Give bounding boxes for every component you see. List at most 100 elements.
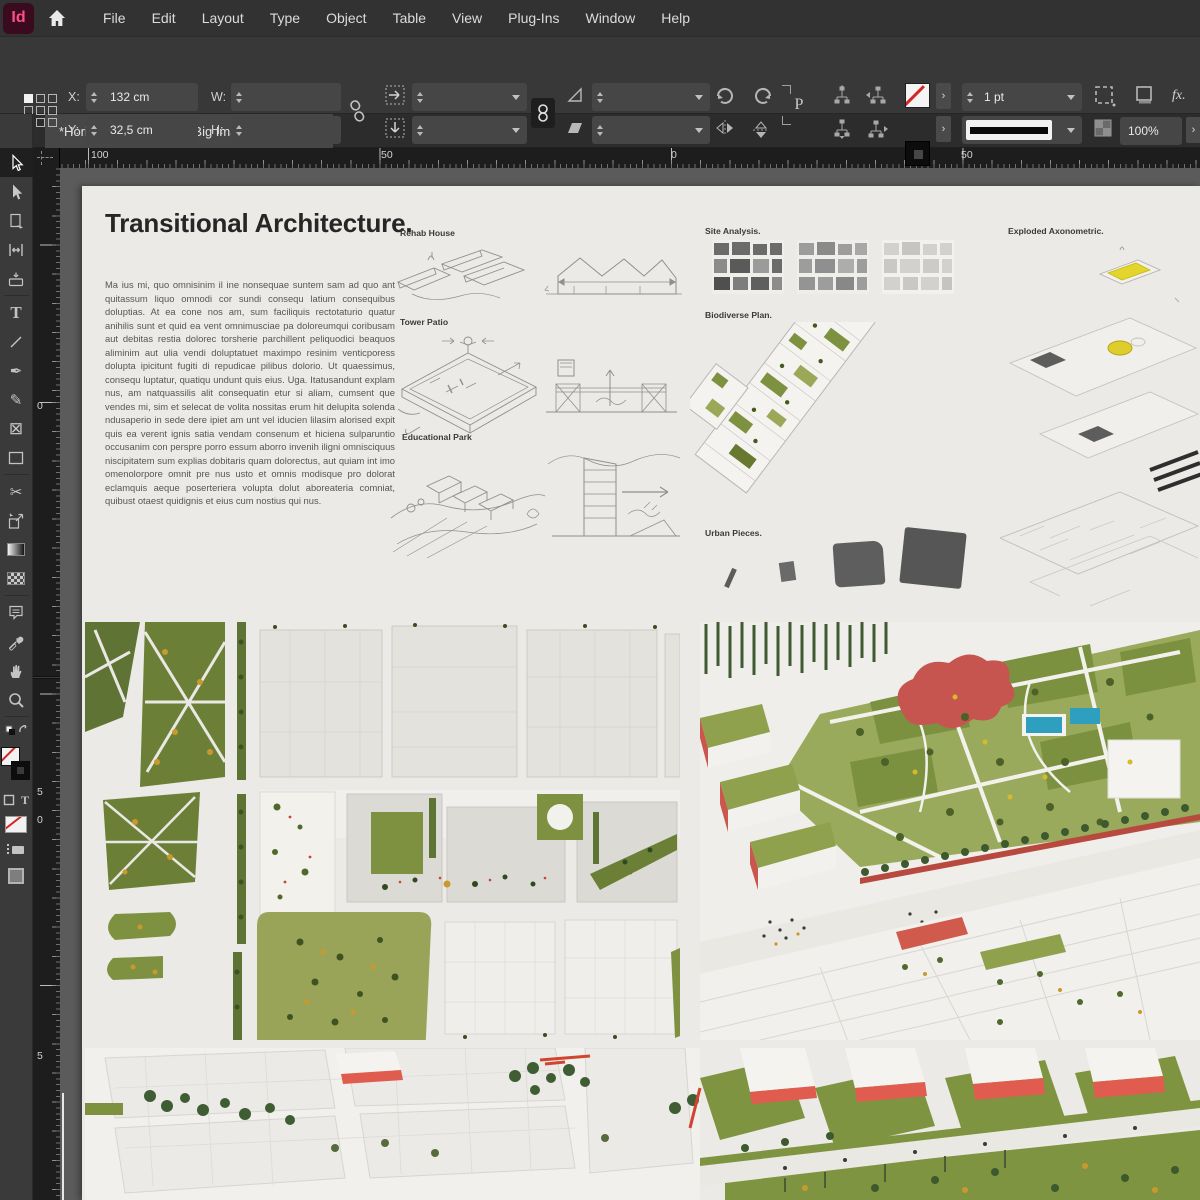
apply-none-button[interactable] <box>0 811 33 837</box>
tool-hand[interactable] <box>0 656 33 685</box>
y-value[interactable]: 32,5 cm <box>110 123 153 137</box>
rotate-cw-button[interactable] <box>714 85 736 107</box>
stroke-style-field[interactable] <box>962 116 1082 144</box>
flip-horizontal-button[interactable] <box>714 119 736 137</box>
site-plan-map[interactable] <box>85 622 680 1040</box>
menu-window[interactable]: Window <box>572 0 648 36</box>
aerial-park-render[interactable] <box>700 622 1200 1040</box>
tool-rectangle[interactable] <box>0 443 33 472</box>
tool-eyedropper[interactable] <box>0 627 33 656</box>
vertical-ruler[interactable]: 0 5 0 5 <box>33 168 60 1200</box>
tool-content-collector[interactable] <box>0 264 33 293</box>
urban-piece-1[interactable] <box>724 568 737 588</box>
menu-help[interactable]: Help <box>648 0 703 36</box>
tool-direct-selection[interactable] <box>0 177 33 206</box>
menu-plugins[interactable]: Plug-Ins <box>495 0 572 36</box>
document-page[interactable]: Transitional Architecture. Ma ius mi, qu… <box>82 186 1200 1200</box>
stroke-weight-stepper[interactable] <box>962 86 978 108</box>
scale-y-stepper[interactable] <box>412 119 428 141</box>
select-content-up-button[interactable] <box>832 85 852 105</box>
fill-options-button[interactable]: › <box>936 83 951 109</box>
screen-mode-button[interactable] <box>0 861 33 891</box>
sketch-educational-park-axon[interactable] <box>387 448 547 558</box>
shear-stepper[interactable] <box>592 119 608 141</box>
page-body-text[interactable]: Ma ius mi, quo omnisinim il ine nonsequa… <box>105 278 395 508</box>
tool-pen[interactable]: ✒ <box>0 356 33 385</box>
link-scale-button[interactable] <box>531 98 555 128</box>
label-rehab-house[interactable]: Rehab House <box>400 228 455 238</box>
menu-table[interactable]: Table <box>380 0 439 36</box>
x-value[interactable]: 132 cm <box>110 90 149 104</box>
opacity-options-button[interactable]: › <box>1186 117 1200 143</box>
h-stepper[interactable] <box>231 119 247 141</box>
tool-gap[interactable] <box>0 235 33 264</box>
stroke-color-swatch[interactable] <box>905 141 930 166</box>
document-canvas[interactable]: Transitional Architecture. Ma ius mi, qu… <box>60 168 1200 1200</box>
menu-file[interactable]: File <box>90 0 139 36</box>
y-position-field[interactable]: 32,5 cm <box>86 116 198 144</box>
frame-fitting-button[interactable] <box>1134 85 1154 105</box>
flip-vertical-button[interactable] <box>752 119 770 141</box>
corner-options-button[interactable] <box>1094 85 1116 107</box>
label-tower-patio[interactable]: Tower Patio <box>400 317 448 327</box>
biodiverse-plan-drawing[interactable] <box>690 322 990 532</box>
ruler-origin-box[interactable] <box>33 148 60 168</box>
urban-piece-2[interactable] <box>779 561 796 582</box>
menu-type[interactable]: Type <box>257 0 313 36</box>
tool-note[interactable] <box>0 598 33 627</box>
rotation-stepper[interactable] <box>592 86 608 108</box>
horizontal-ruler[interactable]: 100 50 0 50 <box>60 148 1200 168</box>
y-stepper[interactable] <box>86 119 102 141</box>
stroke-weight-value[interactable]: 1 pt <box>984 90 1004 104</box>
scale-x-stepper[interactable] <box>412 86 428 108</box>
view-options-icon[interactable] <box>0 837 33 861</box>
toolbar-stroke-swatch[interactable] <box>11 761 30 780</box>
urban-piece-3[interactable] <box>833 540 886 587</box>
scale-x-field[interactable] <box>412 83 527 111</box>
menu-object[interactable]: Object <box>313 0 379 36</box>
opacity-icon[interactable] <box>1094 119 1112 137</box>
urban-piece-4[interactable] <box>899 527 967 589</box>
w-stepper[interactable] <box>231 86 247 108</box>
home-icon[interactable] <box>40 3 74 33</box>
constrain-proportions-icon[interactable] <box>348 99 366 123</box>
tool-gradient[interactable] <box>0 535 33 564</box>
select-content-down-button[interactable] <box>832 119 852 139</box>
opacity-value[interactable]: 100% <box>1128 124 1159 138</box>
menu-layout[interactable]: Layout <box>189 0 257 36</box>
label-exploded-axonometric[interactable]: Exploded Axonometric. <box>1008 226 1104 236</box>
rotate-ccw-button[interactable] <box>752 85 774 107</box>
swap-fill-stroke-icon[interactable] <box>0 719 33 739</box>
tool-zoom[interactable] <box>0 685 33 714</box>
select-previous-object-button[interactable] <box>866 85 888 105</box>
x-position-field[interactable]: 132 cm <box>86 83 198 111</box>
effects-button[interactable]: fx. <box>1172 88 1186 104</box>
tool-pencil[interactable]: ✎ <box>0 385 33 414</box>
tool-gradient-feather[interactable] <box>0 564 33 593</box>
width-field[interactable] <box>231 83 341 111</box>
site-analysis-map-dark[interactable] <box>712 240 784 294</box>
sketch-tower-patio-axon[interactable] <box>390 331 545 443</box>
indesign-logo[interactable]: Id <box>3 3 34 34</box>
select-next-object-button[interactable] <box>866 119 888 139</box>
menu-edit[interactable]: Edit <box>139 0 189 36</box>
height-field[interactable] <box>231 116 341 144</box>
stroke-weight-field[interactable]: 1 pt <box>962 83 1082 111</box>
tool-scissors[interactable]: ✂ <box>0 477 33 506</box>
tool-page[interactable] <box>0 206 33 235</box>
sketch-rehab-house-section[interactable] <box>544 246 684 304</box>
site-analysis-map-light[interactable] <box>882 240 954 294</box>
tool-type[interactable]: T <box>0 298 33 327</box>
exploded-axonometric-drawing[interactable] <box>1000 238 1200 620</box>
label-biodiverse-plan[interactable]: Biodiverse Plan. <box>705 310 772 320</box>
page-title[interactable]: Transitional Architecture. <box>105 208 412 239</box>
tool-frame[interactable]: ⊠ <box>0 414 33 443</box>
sketch-rehab-house-axon[interactable] <box>392 242 542 314</box>
formatting-affects-text-icon[interactable]: T <box>21 793 29 808</box>
site-analysis-map-mid[interactable] <box>797 240 869 294</box>
shear-angle-field[interactable] <box>592 116 710 144</box>
fill-color-swatch[interactable] <box>905 83 930 108</box>
label-site-analysis[interactable]: Site Analysis. <box>705 226 761 236</box>
tool-line[interactable] <box>0 327 33 356</box>
rotation-angle-field[interactable] <box>592 83 710 111</box>
